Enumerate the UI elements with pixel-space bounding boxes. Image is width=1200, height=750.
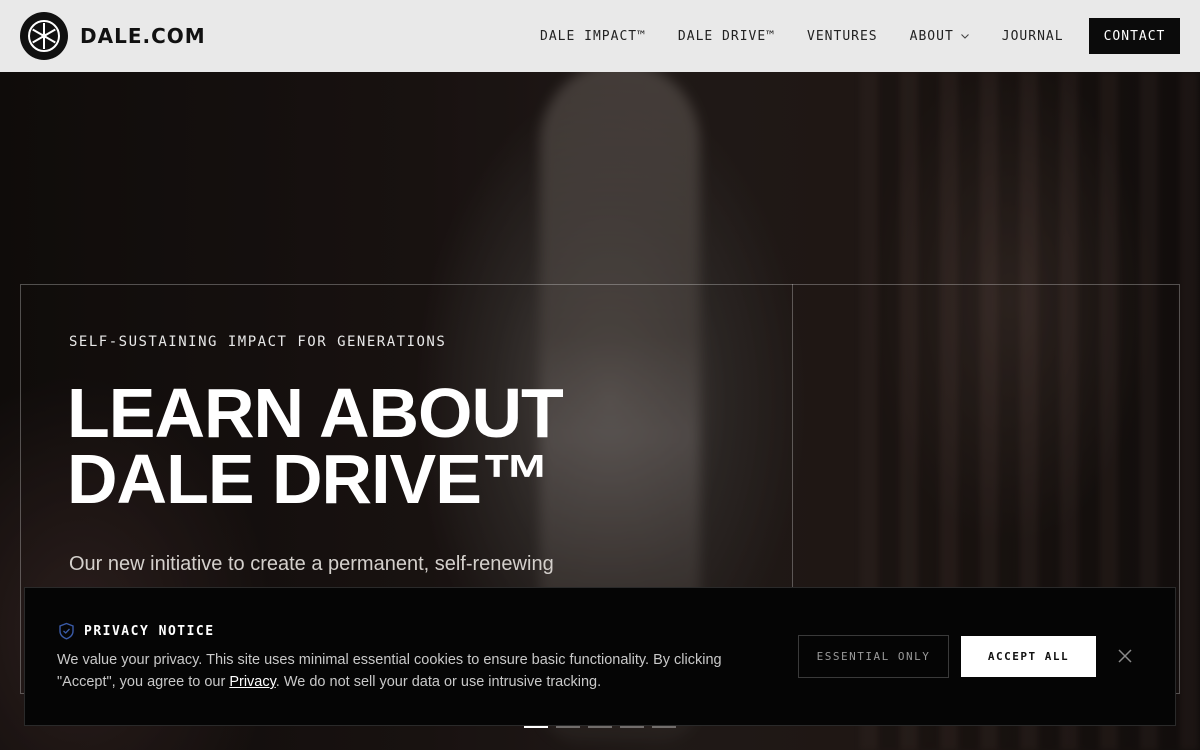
slide-indicator-4[interactable] bbox=[620, 726, 644, 728]
hero-headline: LEARN ABOUT DALE DRIVE™ bbox=[67, 374, 767, 518]
privacy-title: PRIVACY NOTICE bbox=[84, 623, 215, 639]
privacy-text-end: . We do not sell your data or use intrus… bbox=[275, 674, 602, 690]
hero-headline-line-2: DALE DRIVE™ bbox=[67, 440, 551, 518]
logo-text: DALE.COM bbox=[80, 24, 206, 48]
privacy-policy-link[interactable]: Privacy bbox=[229, 674, 275, 690]
privacy-title-row: PRIVACY NOTICE bbox=[58, 622, 215, 640]
essential-only-button[interactable]: ESSENTIAL ONLY bbox=[798, 635, 949, 678]
site-header: DALE.COM DALE IMPACT™ DALE DRIVE™ VENTUR… bbox=[0, 0, 1200, 72]
main-nav: DALE IMPACT™ DALE DRIVE™ VENTURES ABOUT … bbox=[540, 0, 1096, 72]
privacy-notice-banner: PRIVACY NOTICE We value your privacy. Th… bbox=[24, 587, 1176, 726]
nav-about-label: ABOUT bbox=[909, 28, 954, 44]
slide-indicator-2[interactable] bbox=[556, 726, 580, 728]
hero-subtext: Our new initiative to create a permanent… bbox=[69, 553, 554, 575]
slide-indicators bbox=[524, 726, 676, 728]
slide-indicator-1[interactable] bbox=[524, 726, 548, 728]
chevron-down-icon bbox=[960, 34, 969, 39]
wheel-logo-icon bbox=[20, 12, 68, 60]
nav-journal[interactable]: JOURNAL bbox=[1002, 29, 1064, 44]
shield-icon bbox=[59, 622, 74, 640]
slide-indicator-5[interactable] bbox=[652, 726, 676, 728]
nav-about[interactable]: ABOUT bbox=[910, 29, 970, 44]
nav-ventures[interactable]: VENTURES bbox=[807, 29, 878, 44]
hero-headline-line-1: LEARN ABOUT bbox=[67, 374, 564, 452]
nav-dale-drive[interactable]: DALE DRIVE™ bbox=[678, 29, 775, 44]
contact-button[interactable]: CONTACT bbox=[1089, 18, 1180, 54]
hero-eyebrow: SELF-SUSTAINING IMPACT FOR GENERATIONS bbox=[69, 334, 447, 350]
slide-indicator-3[interactable] bbox=[588, 726, 612, 728]
accept-all-button[interactable]: ACCEPT ALL bbox=[961, 636, 1096, 677]
nav-dale-impact[interactable]: DALE IMPACT™ bbox=[540, 29, 646, 44]
logo-link[interactable]: DALE.COM bbox=[20, 12, 206, 60]
close-icon[interactable] bbox=[1115, 646, 1135, 666]
privacy-text: We value your privacy. This site uses mi… bbox=[57, 649, 767, 693]
